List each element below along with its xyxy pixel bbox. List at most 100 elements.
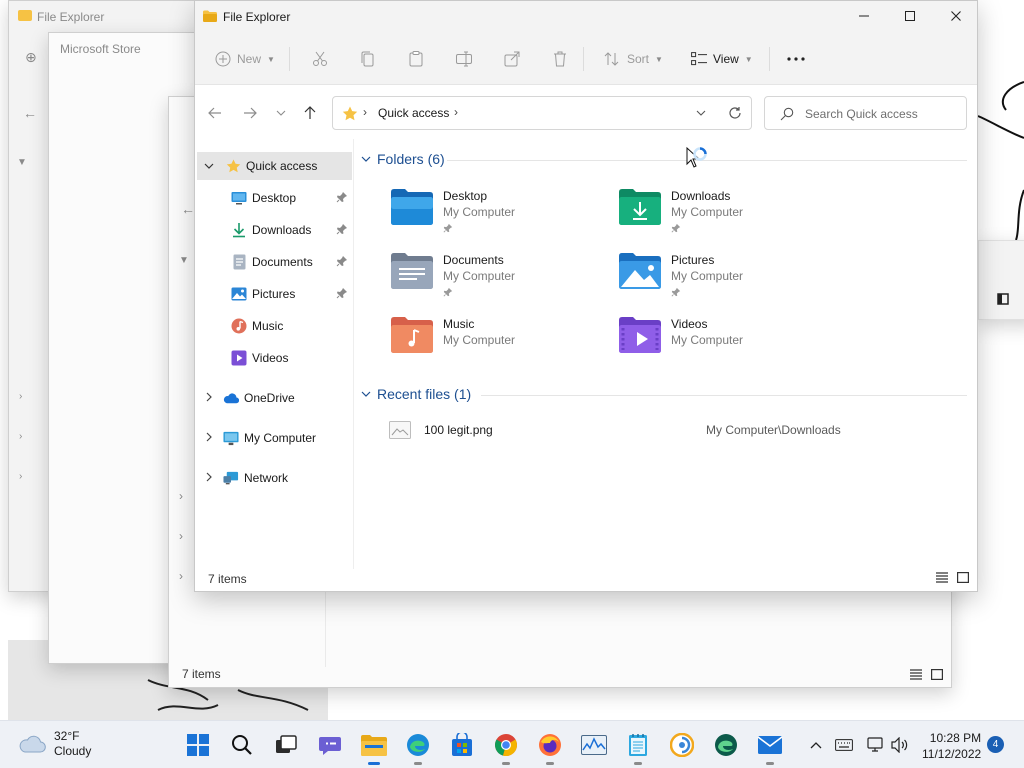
taskbar-edge[interactable] <box>404 731 432 765</box>
pin-icon[interactable] <box>336 223 348 235</box>
search-box[interactable] <box>764 96 967 130</box>
forward-button[interactable] <box>240 103 260 123</box>
taskbar-store[interactable] <box>448 731 476 759</box>
breadcrumb-quick-access[interactable]: Quick access <box>378 106 449 120</box>
volume-control[interactable] <box>890 735 910 755</box>
folder-tile-downloads[interactable]: Downloads My Computer <box>619 189 849 245</box>
nav-item-my-computer[interactable]: My Computer <box>195 424 352 452</box>
nav-item-quick-access[interactable]: Quick access <box>197 152 352 180</box>
maximize-icon <box>997 293 1009 305</box>
file-explorer-window[interactable]: File Explorer New ▼ Sort ▼ View ▼ › Quic… <box>194 0 978 592</box>
close-button[interactable] <box>933 1 979 31</box>
search-icon <box>780 107 794 121</box>
folders-group-header[interactable]: Folders (6) <box>361 151 445 167</box>
taskbar-file-explorer[interactable] <box>360 731 388 765</box>
tiles-view-icon[interactable] <box>931 669 943 680</box>
copy-button[interactable] <box>359 47 377 71</box>
system-clock[interactable]: 10:28 PM 11/12/2022 <box>922 730 981 762</box>
folder-location: My Computer <box>443 269 516 283</box>
address-bar[interactable]: › Quick access › <box>332 96 752 130</box>
back-arrow-icon: ← <box>181 201 195 217</box>
new-button[interactable]: New ▼ <box>215 47 275 71</box>
taskbar-performance-monitor[interactable] <box>580 731 608 759</box>
minimize-button[interactable] <box>841 1 887 31</box>
delete-button[interactable] <box>551 47 569 71</box>
taskbar-vpn[interactable] <box>668 731 696 759</box>
folder-location: My Computer <box>671 333 744 347</box>
task-view-button[interactable] <box>272 731 300 759</box>
taskbar-chrome[interactable] <box>492 731 520 765</box>
taskbar-notepad[interactable] <box>624 731 652 765</box>
start-button[interactable] <box>184 731 212 759</box>
details-view-icon[interactable] <box>936 572 948 583</box>
chevron-down-icon[interactable] <box>696 110 706 116</box>
title-bar[interactable]: File Explorer <box>195 1 977 33</box>
chevron-right-icon: › <box>179 489 183 503</box>
more-options-button[interactable] <box>787 47 805 71</box>
taskbar-firefox[interactable] <box>536 731 564 765</box>
cut-button[interactable] <box>311 47 329 71</box>
maximize-button[interactable] <box>887 1 933 31</box>
chat-button[interactable] <box>316 731 344 759</box>
share-button[interactable] <box>503 47 521 71</box>
item-count: 7 items <box>208 572 247 586</box>
folder-tile-pictures[interactable]: Pictures My Computer <box>619 253 849 309</box>
chrome-icon <box>495 734 517 757</box>
chevron-down-icon[interactable] <box>203 161 215 172</box>
plus-icon <box>215 51 231 67</box>
up-button[interactable] <box>300 103 320 123</box>
network-status[interactable] <box>866 735 886 755</box>
folder-tile-desktop[interactable]: Desktop My Computer <box>391 189 621 245</box>
nav-item-onedrive[interactable]: OneDrive <box>195 384 352 412</box>
music-icon <box>231 318 247 334</box>
sort-button[interactable]: Sort ▼ <box>603 47 663 71</box>
chevron-right-icon[interactable] <box>203 472 215 485</box>
back-button[interactable] <box>205 103 225 123</box>
details-view-icon[interactable] <box>910 669 922 680</box>
recent-file-row[interactable]: 100 legit.png My Computer\Downloads <box>389 419 949 441</box>
pin-icon <box>443 287 453 297</box>
nav-item-downloads[interactable]: Downloads <box>195 216 352 244</box>
pin-icon[interactable] <box>336 287 348 299</box>
nav-item-documents[interactable]: Documents <box>195 248 352 276</box>
nav-item-desktop[interactable]: Desktop <box>195 184 352 212</box>
show-hidden-icons-button[interactable] <box>806 735 826 755</box>
recent-locations-button[interactable] <box>271 103 291 123</box>
running-indicator <box>368 762 380 765</box>
chevron-up-icon <box>810 742 822 749</box>
chevron-right-icon[interactable] <box>203 432 215 445</box>
pin-icon[interactable] <box>336 255 348 267</box>
tiles-view-icon[interactable] <box>957 572 969 583</box>
taskbar-mail[interactable] <box>756 731 784 765</box>
notification-badge[interactable]: 4 <box>987 736 1004 753</box>
input-indicator[interactable] <box>834 735 854 755</box>
content-pane: Folders (6) Desktop My Computer Download… <box>357 139 977 569</box>
search-input[interactable] <box>805 105 955 123</box>
toolbar-divider <box>769 47 770 71</box>
folder-tile-music[interactable]: Music My Computer <box>391 317 621 373</box>
nav-item-network[interactable]: Network <box>195 464 352 492</box>
view-icon <box>691 52 707 66</box>
background-window-edge[interactable] <box>978 240 1024 320</box>
cloud-icon <box>223 390 239 406</box>
maximize-icon <box>905 11 915 21</box>
paste-button[interactable] <box>407 47 425 71</box>
nav-item-videos[interactable]: Videos <box>195 344 352 372</box>
breadcrumb-separator-icon[interactable]: › <box>454 105 458 119</box>
rename-button[interactable] <box>455 47 473 71</box>
nav-item-pictures[interactable]: Pictures <box>195 280 352 308</box>
pictures-icon <box>231 286 247 302</box>
folder-tile-videos[interactable]: Videos My Computer <box>619 317 849 373</box>
folder-tile-documents[interactable]: Documents My Computer <box>391 253 621 309</box>
star-icon <box>342 106 358 121</box>
taskbar-edge-dev[interactable] <box>712 731 740 759</box>
view-button[interactable]: View ▼ <box>691 47 753 71</box>
sort-icon <box>604 52 619 66</box>
weather-widget[interactable]: 32°F Cloudy <box>18 729 91 759</box>
refresh-icon[interactable] <box>728 106 742 120</box>
pin-icon[interactable] <box>336 191 348 203</box>
recent-files-group-header[interactable]: Recent files (1) <box>361 386 471 402</box>
search-button[interactable] <box>228 731 256 759</box>
nav-item-music[interactable]: Music <box>195 312 352 340</box>
chevron-right-icon[interactable] <box>203 392 215 405</box>
